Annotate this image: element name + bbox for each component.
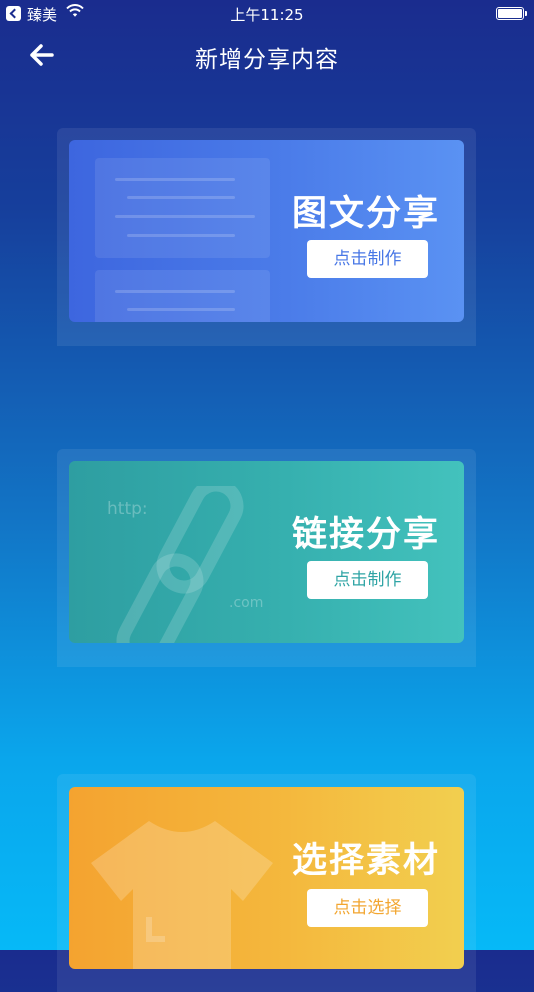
doc-line xyxy=(115,178,235,181)
nav-bar: 新增分享内容 xyxy=(0,28,534,82)
doc-line xyxy=(127,234,235,237)
card-title: 链接分享 xyxy=(291,515,440,555)
battery-icon xyxy=(496,7,527,20)
doc-line xyxy=(127,196,235,199)
card-image-text-share[interactable]: 图文分享 点击制作 xyxy=(69,140,464,322)
doc-line xyxy=(115,290,235,293)
chain-link-illustration xyxy=(116,486,244,643)
make-button[interactable]: 点击制作 xyxy=(307,240,428,278)
card-title: 图文分享 xyxy=(291,194,440,234)
card-select-material[interactable]: 选择素材 点击选择 xyxy=(69,787,464,969)
status-time: 上午11:25 xyxy=(230,6,304,24)
doc-panel xyxy=(95,270,270,322)
status-bar: 臻美 上午11:25 xyxy=(0,0,534,28)
select-button[interactable]: 点击选择 xyxy=(307,889,428,927)
make-button[interactable]: 点击制作 xyxy=(307,561,428,599)
card-link-share[interactable]: http: .com 链接分享 点击制作 xyxy=(69,461,464,643)
tshirt-illustration xyxy=(91,821,273,969)
doc-line xyxy=(115,215,255,218)
card-title: 选择素材 xyxy=(291,841,440,881)
doc-panel xyxy=(95,158,270,258)
doc-line xyxy=(127,308,235,311)
page-title: 新增分享内容 xyxy=(195,47,339,73)
